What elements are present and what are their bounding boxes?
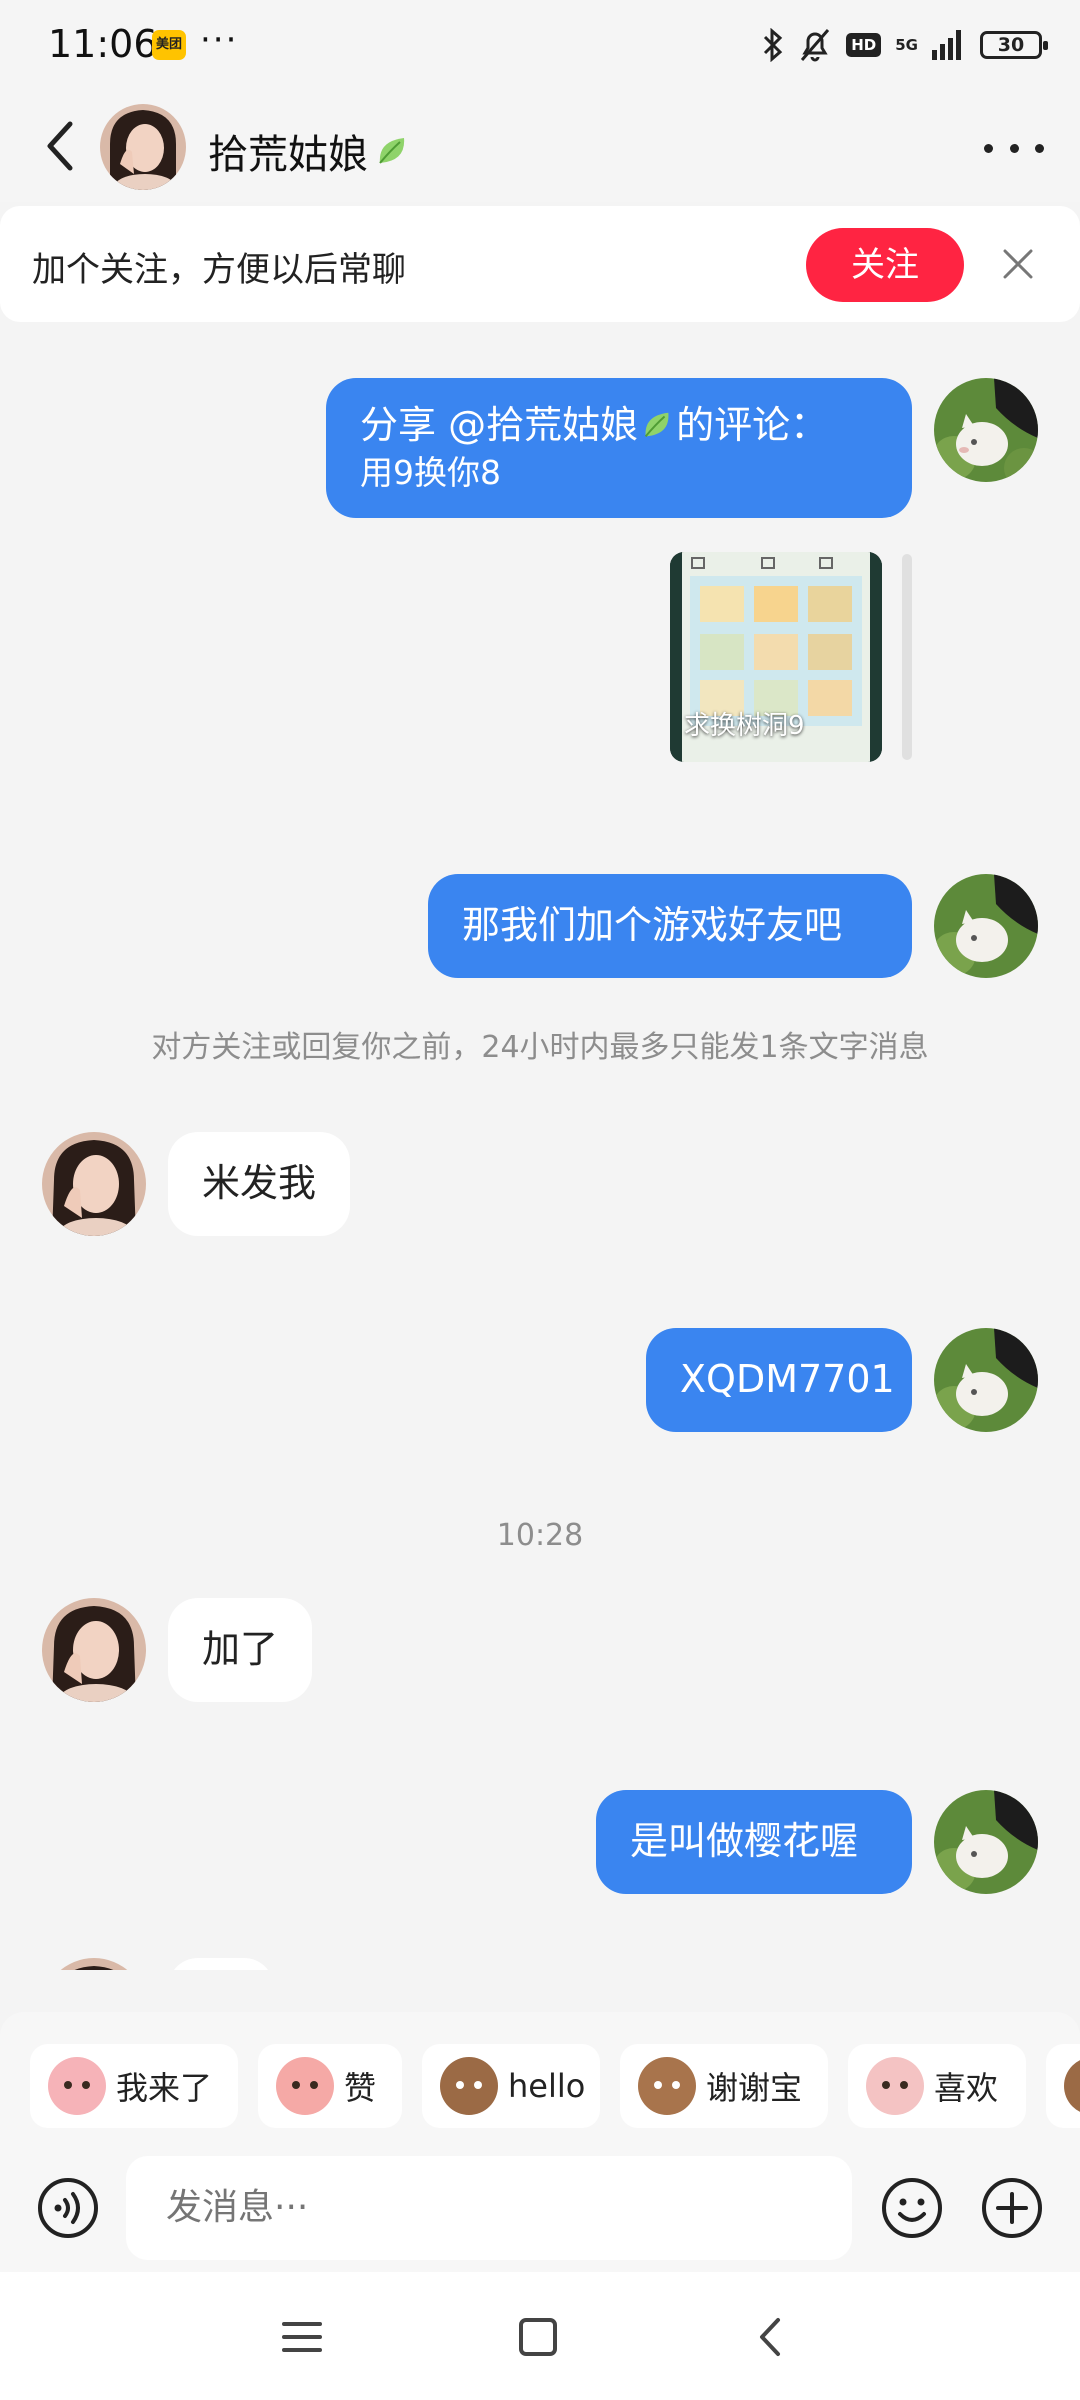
- message-bubble-incoming[interactable]: 米发我: [168, 1132, 351, 1236]
- home-nav-button[interactable]: [508, 2312, 568, 2362]
- quick-reply-chip[interactable]: hello: [422, 2044, 600, 2128]
- cat-avatar-icon: [934, 1328, 1038, 1432]
- sticker-monkey-icon: [440, 2057, 498, 2115]
- follow-banner: 加个关注，方便以后常聊 关注: [0, 206, 1080, 322]
- my-avatar[interactable]: [934, 874, 1038, 978]
- signal-icon: [932, 30, 961, 60]
- contact-avatar[interactable]: [100, 104, 186, 190]
- emoji-button[interactable]: [880, 2176, 944, 2240]
- my-avatar[interactable]: [934, 1790, 1038, 1894]
- cat-avatar-icon: [934, 874, 1038, 978]
- follow-button[interactable]: 关注: [806, 228, 964, 302]
- message-bubble-outgoing[interactable]: XQDM7701: [646, 1328, 912, 1432]
- girl-avatar-icon: [100, 104, 186, 190]
- menu-nav-button[interactable]: [272, 2312, 332, 2362]
- more-options-button[interactable]: [984, 128, 1044, 168]
- back-button[interactable]: [36, 116, 86, 176]
- leaf-icon: [379, 138, 405, 164]
- quick-reply-chip[interactable]: 我来了: [30, 2044, 238, 2128]
- message-bubble-incoming[interactable]: 加了: [168, 1598, 313, 1702]
- sticker-pig-icon: [48, 2057, 106, 2115]
- shared-note-card[interactable]: 求换树洞9: [670, 552, 882, 762]
- back-nav-button[interactable]: [742, 2312, 802, 2362]
- system-nav-bar: [0, 2272, 1080, 2400]
- bluetooth-icon: [764, 28, 783, 62]
- contact-name-text: 拾荒姑娘: [208, 132, 368, 178]
- mute-bell-icon: [801, 29, 830, 62]
- quick-reply-label: 谢谢宝: [706, 2069, 803, 2107]
- quick-reply-label: 赞: [344, 2069, 377, 2107]
- leaf-icon: [645, 412, 669, 437]
- sticker-pig-icon: [276, 2057, 334, 2115]
- girl-avatar-icon: [42, 1132, 146, 1236]
- message-bubble-incoming[interactable]: 嗯: [168, 1958, 275, 1970]
- contact-avatar[interactable]: [42, 1958, 146, 1970]
- shared-comment-bubble[interactable]: 分享 @拾荒姑娘 的评论： 用9换你8: [326, 378, 912, 518]
- message-bubble-outgoing[interactable]: 是叫做樱花喔: [596, 1790, 912, 1894]
- shared-comment-text: 用9换你8: [360, 453, 501, 492]
- my-avatar[interactable]: [934, 378, 1038, 482]
- contact-avatar[interactable]: [42, 1132, 146, 1236]
- quick-reply-chip[interactable]: 谢谢宝: [620, 2044, 828, 2128]
- quick-reply-label: 喜欢: [934, 2069, 999, 2107]
- girl-avatar-icon: [42, 1958, 146, 1970]
- meituan-app-icon: 美团: [152, 30, 186, 60]
- quick-reply-label: 我来了: [116, 2069, 213, 2107]
- sticker-monkey-rose-icon: [638, 2057, 696, 2115]
- chat-header: 拾荒姑娘: [0, 92, 1080, 202]
- system-notice: 对方关注或回复你之前，24小时内最多只能发1条文字消息: [151, 1030, 929, 1065]
- cat-avatar-icon: [934, 378, 1038, 482]
- more-notifications-icon: ···: [200, 20, 239, 60]
- card-scroll-indicator: [902, 554, 912, 760]
- share-title-suffix: 的评论：: [676, 403, 829, 447]
- quick-reply-chip[interactable]: 喜欢: [848, 2044, 1026, 2128]
- battery-icon: 30: [980, 31, 1048, 59]
- close-banner-button[interactable]: [1000, 246, 1036, 282]
- sticker-pig-icon: [866, 2057, 924, 2115]
- message-input[interactable]: [126, 2156, 852, 2260]
- status-time: 11:06: [48, 22, 158, 66]
- quick-reply-chip[interactable]: 赞: [258, 2044, 402, 2128]
- hd-voice-icon: HD: [846, 33, 882, 57]
- quick-reply-label: hello: [508, 2067, 586, 2105]
- quick-reply-bar: 我来了 赞 hello 谢谢宝 喜欢: [0, 2012, 1080, 2142]
- girl-avatar-icon: [42, 1598, 146, 1702]
- more-actions-button[interactable]: [980, 2176, 1044, 2240]
- message-bubble-outgoing[interactable]: 那我们加个游戏好友吧: [428, 874, 912, 978]
- share-title: 分享 @拾荒姑娘: [360, 403, 639, 447]
- sticker-monkey-icon: [1064, 2057, 1080, 2115]
- message-timestamp: 10:28: [496, 1518, 584, 1553]
- status-bar: 11:06 美团 ··· HD 5G 30: [0, 0, 1080, 92]
- voice-input-button[interactable]: [36, 2176, 100, 2240]
- message-input-bar: [0, 2142, 1080, 2272]
- message-list[interactable]: 分享 @拾荒姑娘 的评论： 用9换你8 求换树洞9 那我们加个游戏好友吧 对方关…: [0, 322, 1080, 1970]
- cat-avatar-icon: [934, 1790, 1038, 1894]
- my-avatar[interactable]: [934, 1328, 1038, 1432]
- quick-reply-chip-overflow[interactable]: [1046, 2044, 1080, 2128]
- follow-prompt-text: 加个关注，方便以后常聊: [32, 250, 406, 290]
- network-type-icon: 5G: [895, 36, 918, 54]
- status-icons: HD 5G 30: [762, 24, 1048, 66]
- note-caption: 求换树洞9: [684, 711, 805, 741]
- contact-name: 拾荒姑娘: [208, 122, 410, 180]
- contact-avatar[interactable]: [42, 1598, 146, 1702]
